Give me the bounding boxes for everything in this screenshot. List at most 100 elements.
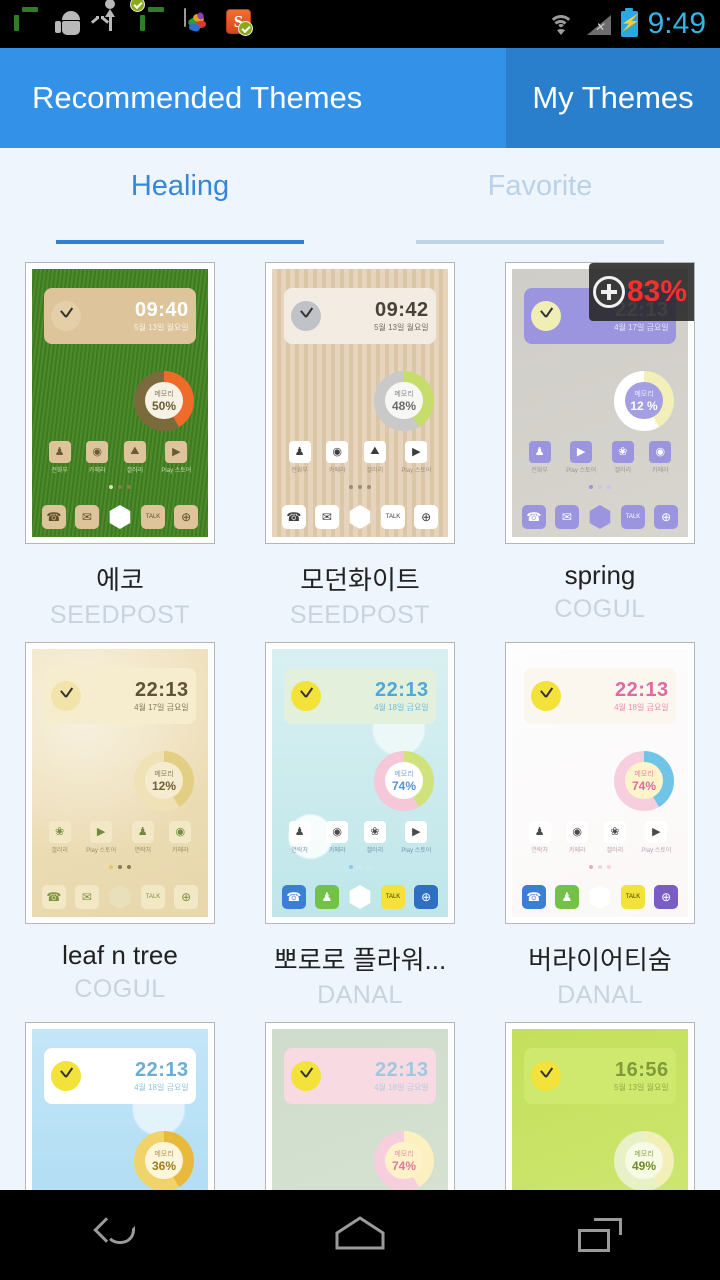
- preview-dock-icon: TALK: [141, 884, 166, 909]
- preview-app-icon: ▶: [570, 440, 593, 463]
- theme-thumbnail-frame[interactable]: 22:13 4월 18일 금요일 메모리 74% ♟ 연락처 ◉ 카메라 ❀ 갤러리 ▶ Play 스…: [505, 642, 695, 924]
- theme-card[interactable]: 22:13 4월 18일 금요일 메모리 74% ♟ 연락처 ◉ 카메라 ❀ 갤러리 ▶ Play 스…: [480, 630, 720, 1010]
- preview-memory-percent: 74%: [391, 1158, 417, 1173]
- preview-memory-label: 메모리: [394, 1150, 414, 1158]
- preview-app-icon: ▶: [165, 440, 188, 463]
- tab-healing[interactable]: Healing: [0, 148, 360, 244]
- preview-app-row: ♟ 전화부 ◉ 카메라 ⛰ 갤러리 ▶ Play 스토어: [41, 440, 199, 474]
- zoom-level-value: 83%: [627, 275, 688, 308]
- theme-card[interactable]: 22:134월 17일 금요일메모리12 %♟전화부▶Play 스토어❀갤러리◉…: [480, 250, 720, 630]
- theme-card[interactable]: 22:13 4월 18일 금요일 메모리 74% ♟ 연락처 ◉ 카메라 ❀ 갤러리 ▶ Play 스…: [240, 630, 480, 1010]
- back-arrow-icon: [93, 1217, 143, 1252]
- preview-app-label: 연락처: [291, 847, 308, 854]
- theme-author: SEEDPOST: [289, 601, 431, 629]
- preview-clock-date: 5월 13일 월요일: [614, 1082, 669, 1092]
- preview-page-dot: [118, 484, 122, 489]
- preview-dock-icon: ⊕: [174, 884, 199, 909]
- preview-app-label: 갤러리: [366, 467, 384, 474]
- theme-thumbnail-frame[interactable]: 09:40 5월 13일 월요일 메모리 50% ♟ 전화부 ◉ 카메라 ⛰ 갤러리 ▶ Play 스…: [25, 262, 215, 544]
- theme-thumbnail-frame[interactable]: 22:13 4월 18일 금요일 메모리 74% ♟ 연락처 ◉ 카메라 ❀ 갤러리 ▶ Play 스…: [265, 642, 455, 924]
- preview-app-item: ▶ Play 스토어: [161, 440, 192, 474]
- tab-favorite[interactable]: Favorite: [360, 148, 720, 244]
- preview-app-label: 카메라: [172, 847, 189, 854]
- preview-dock-icon: TALK: [621, 884, 646, 909]
- preview-app-icon: ♟: [288, 440, 311, 463]
- preview-clock-date: 4월 17일 금요일: [614, 322, 669, 332]
- preview-app-icon: ◉: [649, 440, 672, 463]
- preview-dock-icon: [349, 504, 371, 529]
- theme-card[interactable]: 22:13 4월 18일 금요일메모리 74%: [240, 1010, 480, 1190]
- back-button[interactable]: [60, 1190, 180, 1280]
- home-button[interactable]: [300, 1190, 420, 1280]
- status-bar-left-icons: S: [0, 0, 256, 39]
- preview-app-item: ❀ 갤러리: [603, 820, 626, 854]
- preview-clock-widget: 22:134월 17일 금요일: [44, 667, 196, 725]
- preview-app-item: ◉ 카메라: [326, 440, 349, 474]
- preview-clock-time: 16:56: [615, 1058, 669, 1081]
- theme-thumbnail-frame[interactable]: 09:42 5월 13일 월요일 메모리 48% ♟ 전화부 ◉ 카메라 ⛰ 갤러리 ▶ Play 스…: [265, 262, 455, 544]
- theme-grid-row: 22:13 4월 17일 금요일 메모리 12% ❀ 갤러리 ▶ Play 스토어 ♟ 연락처 ◉ 카…: [0, 630, 720, 1010]
- zoom-level-badge[interactable]: 83%: [589, 263, 694, 321]
- preview-dock-icon: ☎: [521, 884, 546, 909]
- preview-app-label: Play 스토어: [401, 467, 432, 474]
- preview-dock-icon: [109, 504, 131, 529]
- preview-dock-icon: ✉: [74, 884, 99, 909]
- status-bar-clock: 9:49: [647, 7, 706, 40]
- preview-app-icon: ❀: [48, 820, 71, 843]
- preview-page-dots: [512, 864, 688, 869]
- preview-app-icon: ▶: [405, 820, 428, 843]
- preview-memory-label: 메모리: [634, 770, 654, 778]
- theme-thumbnail: 09:40 5월 13일 월요일 메모리 50% ♟ 전화부 ◉ 카메라 ⛰ 갤러리 ▶ Play 스…: [32, 269, 208, 537]
- theme-thumbnail-frame[interactable]: 22:13 4월 18일 금요일 메모리 36%: [25, 1022, 215, 1190]
- tab-favorite-underline: [416, 240, 664, 244]
- preview-dock-icon: TALK: [141, 504, 166, 529]
- preview-app-icon: ❀: [363, 820, 386, 843]
- preview-clock-time: 22:13: [375, 678, 429, 701]
- preview-page-dot: [127, 864, 131, 869]
- preview-app-item: ❀ 갤러리: [611, 440, 634, 474]
- preview-clock-time: 22:13: [135, 1058, 189, 1081]
- preview-memory-widget: 메모리 36%: [134, 1130, 194, 1190]
- preview-memory-widget: 메모리 50%: [134, 370, 194, 431]
- preview-app-row: ♟ 연락처 ◉ 카메라 ❀ 갤러리 ▶ Play 스토어: [521, 820, 679, 854]
- preview-clock-date: 4월 18일 금요일: [374, 1082, 429, 1092]
- preview-app-label: 갤러리: [51, 847, 68, 854]
- top-tab-bar: Recommended Themes My Themes: [0, 48, 720, 148]
- preview-memory-label: 메모리: [154, 390, 174, 398]
- preview-app-label: Play 스토어: [566, 467, 597, 474]
- theme-card[interactable]: 22:13 4월 18일 금요일 메모리 36%: [0, 1010, 240, 1190]
- theme-thumbnail-frame[interactable]: 22:134월 17일 금요일메모리12 %♟전화부▶Play 스토어❀갤러리◉…: [505, 262, 695, 544]
- tab-recommended-themes[interactable]: Recommended Themes: [0, 48, 506, 148]
- zoom-in-icon[interactable]: [593, 276, 625, 308]
- preview-dock-icon: ☎: [281, 884, 306, 909]
- theme-thumbnail-frame[interactable]: 22:13 4월 18일 금요일메모리 74%: [265, 1022, 455, 1190]
- theme-card[interactable]: 09:40 5월 13일 월요일 메모리 50% ♟ 전화부 ◉ 카메라 ⛰ 갤러리 ▶ Play 스…: [0, 250, 240, 630]
- theme-preview-homescreen: 22:13 4월 18일 금요일 메모리 36%: [32, 1029, 208, 1190]
- preview-dock-icon: TALK: [381, 884, 406, 909]
- wifi-icon: [547, 13, 575, 35]
- theme-thumbnail-frame[interactable]: 22:13 4월 17일 금요일 메모리 12% ❀ 갤러리 ▶ Play 스토어 ♟ 연락처 ◉ 카…: [25, 642, 215, 924]
- preview-dock-icon: ☎: [521, 504, 546, 529]
- preview-dock-icon: [349, 884, 371, 909]
- recents-button[interactable]: [540, 1190, 660, 1280]
- theme-title: 버라이어티숨: [528, 945, 672, 975]
- preview-app-icon: ♟: [528, 820, 551, 843]
- theme-card[interactable]: 16:56 5월 13일 월요일 메모리 49%: [480, 1010, 720, 1190]
- preview-clock-time: 22:13: [375, 1058, 429, 1081]
- theme-thumbnail-frame[interactable]: 16:56 5월 13일 월요일 메모리 49%: [505, 1022, 695, 1190]
- theme-grid[interactable]: 09:40 5월 13일 월요일 메모리 50% ♟ 전화부 ◉ 카메라 ⛰ 갤러리 ▶ Play 스…: [0, 250, 720, 1190]
- theme-preview-homescreen: 22:13 4월 18일 금요일 메모리 74% ♟ 연락처 ◉ 카메라 ❀ 갤러리 ▶ Play 스…: [272, 649, 448, 917]
- preview-app-label: Play 스토어: [161, 467, 192, 474]
- preview-app-item: ▶ Play 스토어: [86, 820, 116, 854]
- preview-clock-date: 4월 18일 금요일: [374, 702, 429, 712]
- preview-memory-label: 메모리: [394, 770, 414, 778]
- preview-memory-label: 메모리: [154, 1150, 174, 1158]
- preview-app-label: 전화부: [531, 467, 548, 474]
- theme-author: DANAL: [557, 981, 643, 1009]
- preview-app-row: ♟ 연락처 ◉ 카메라 ❀ 갤러리 ▶ Play 스토어: [281, 820, 439, 854]
- theme-card[interactable]: 22:13 4월 17일 금요일 메모리 12% ❀ 갤러리 ▶ Play 스토어 ♟ 연락처 ◉ 카…: [0, 630, 240, 1010]
- preview-app-item: ❀ 갤러리: [48, 820, 71, 854]
- theme-card[interactable]: 09:42 5월 13일 월요일 메모리 48% ♟ 전화부 ◉ 카메라 ⛰ 갤러리 ▶ Play 스…: [240, 250, 480, 630]
- preview-page-dot: [598, 484, 602, 489]
- tab-my-themes[interactable]: My Themes: [506, 48, 720, 148]
